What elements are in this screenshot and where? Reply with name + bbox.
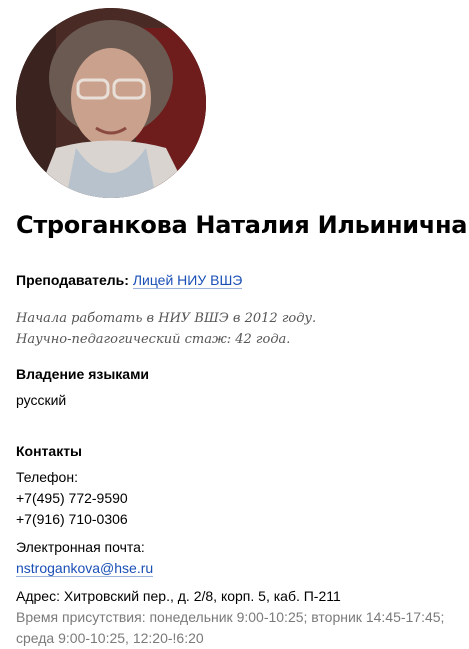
office-hours-continued: среда 9:00-10:25, 12:20-!6:20 [16, 630, 204, 646]
lyceum-link[interactable]: Лицей НИУ ВШЭ [132, 272, 243, 289]
person-name: Строганкова Наталия Ильинична [16, 211, 468, 239]
email-label: Электронная почта: [16, 539, 145, 555]
phone-label: Телефон: [16, 469, 78, 485]
bio-block: Начала работать в НИУ ВШЭ в 2012 году. Н… [16, 308, 316, 350]
role-label: Преподаватель: [16, 272, 129, 288]
position-line: Преподаватель: Лицей НИУ ВШЭ [16, 272, 243, 289]
bio-experience: Научно-педагогический стаж: 42 года. [16, 332, 291, 347]
languages-heading: Владение языками [16, 366, 150, 382]
email-link[interactable]: nstrogankova@hse.ru [16, 560, 154, 577]
contacts-heading: Контакты [16, 443, 83, 459]
bio-start-year: Начала работать в НИУ ВШЭ в 2012 году. [16, 311, 317, 326]
languages-value: русский [16, 392, 67, 408]
address: Адрес: Хитровский пер., д. 2/8, корп. 5,… [16, 588, 341, 604]
office-hours: Время присутствия: понедельник 9:00-10:2… [16, 609, 445, 625]
phone-number: +7(916) 710-0306 [16, 511, 128, 527]
profile-photo [16, 8, 206, 198]
phone-number: +7(495) 772-9590 [16, 490, 128, 506]
email-line: nstrogankova@hse.ru [16, 558, 154, 579]
